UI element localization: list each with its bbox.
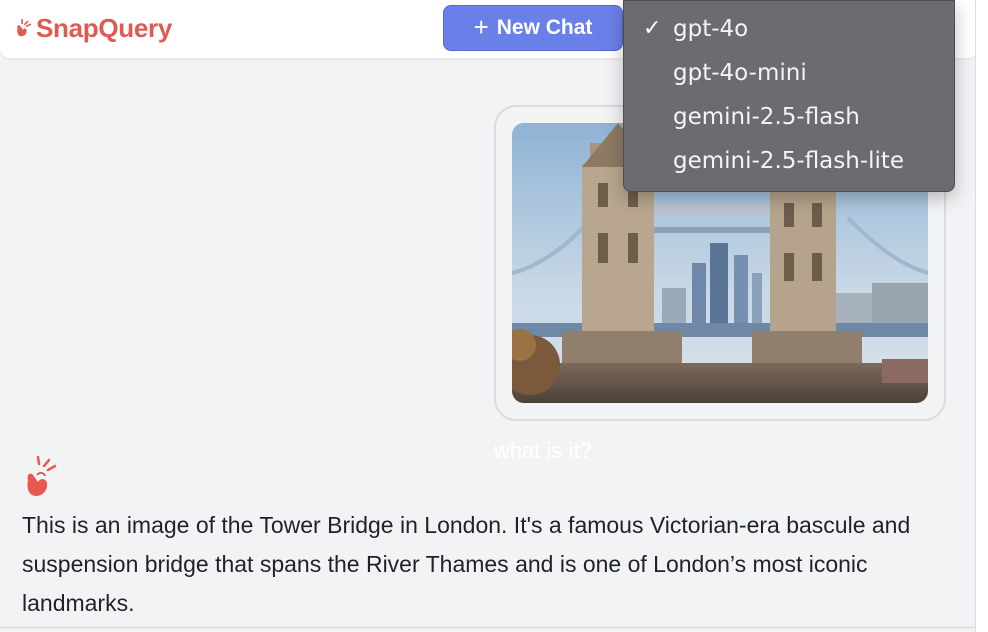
model-option-label: gpt-4o [673, 16, 749, 42]
snap-fingers-icon [27, 455, 57, 496]
model-option-label: gpt-4o-mini [673, 60, 807, 86]
model-option-label: gemini-2.5-flash-lite [673, 148, 905, 174]
divider [0, 627, 975, 628]
new-chat-button[interactable]: + New Chat [443, 5, 623, 51]
model-option-gemini-2.5-flash[interactable]: gemini-2.5-flash [624, 95, 954, 139]
model-select-dropdown[interactable]: ✓ gpt-4o gpt-4o-mini gemini-2.5-flash ge… [623, 0, 955, 192]
app-name: SnapQuery [36, 12, 173, 43]
snap-fingers-icon [17, 18, 32, 37]
model-option-gemini-2.5-flash-lite[interactable]: gemini-2.5-flash-lite [624, 139, 954, 183]
user-message-text: what is it? [494, 438, 592, 463]
model-option-label: gemini-2.5-flash [673, 104, 860, 130]
app-logo[interactable]: SnapQuery [12, 11, 172, 45]
new-chat-label: New Chat [496, 16, 593, 39]
plus-icon: + [473, 12, 489, 42]
checkmark-icon: ✓ [643, 16, 662, 41]
assistant-message-text: This is an image of the Tower Bridge in … [22, 512, 911, 616]
model-option-gpt-4o[interactable]: ✓ gpt-4o [624, 7, 954, 51]
scrollbar-track[interactable] [975, 0, 988, 632]
model-option-gpt-4o-mini[interactable]: gpt-4o-mini [624, 51, 954, 95]
